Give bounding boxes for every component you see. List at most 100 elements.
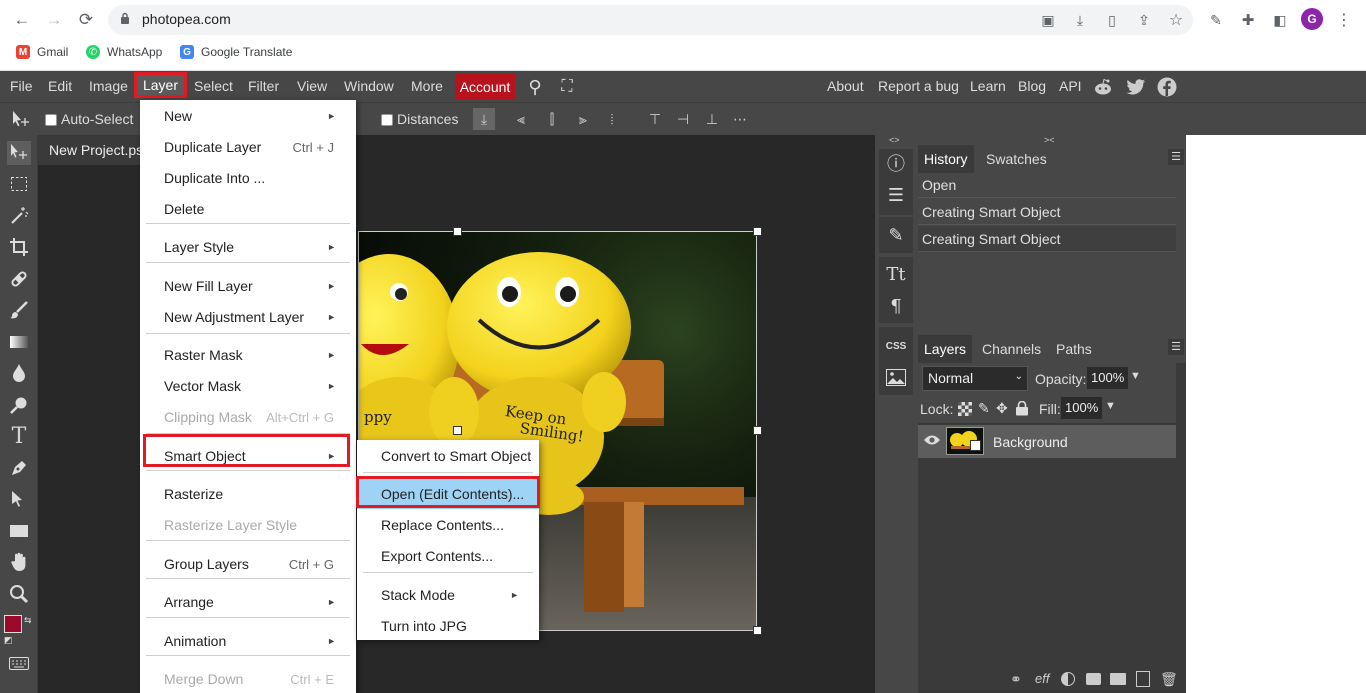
transform-handle[interactable] <box>453 426 462 435</box>
bookmark-google-translate[interactable]: G Google Translate <box>180 44 292 60</box>
path-select-icon[interactable] <box>7 487 31 511</box>
history-entry[interactable]: Creating Smart Object <box>918 226 1176 252</box>
css-icon[interactable]: CSS <box>884 334 908 358</box>
marquee-tool-icon[interactable] <box>7 172 31 196</box>
pen-tool-icon[interactable] <box>7 456 31 480</box>
move-tool-icon[interactable] <box>7 141 31 165</box>
layer-name[interactable]: Background <box>993 434 1068 450</box>
layer-menu-item-delete[interactable]: Delete <box>140 194 356 224</box>
brush-tool-icon[interactable] <box>7 298 31 322</box>
collapse-panel-icon[interactable]: >< <box>1044 135 1055 145</box>
transform-handle[interactable] <box>753 626 762 635</box>
magic-wand-icon[interactable] <box>7 204 31 228</box>
smart-object-item-open-edit-contents[interactable]: Open (Edit Contents)... <box>357 479 539 509</box>
layer-menu-item-vector-mask[interactable]: Vector Mask ► <box>140 371 356 401</box>
paragraph-icon[interactable]: ¶ <box>884 294 908 318</box>
trash-icon[interactable]: 🗑 <box>1160 671 1178 688</box>
lock-pixels-icon[interactable]: ✎ <box>978 400 990 417</box>
layer-menu-item-animation[interactable]: Animation ► <box>140 626 356 656</box>
layers-panel-menu-icon[interactable]: ☰ <box>1168 339 1184 355</box>
eyedropper-extension-icon[interactable]: ✎ <box>1204 8 1228 32</box>
share-icon[interactable]: ⇪ <box>1132 8 1156 32</box>
history-entry[interactable]: Open <box>918 172 1176 198</box>
facebook-icon[interactable] <box>1155 75 1179 99</box>
transform-handle[interactable] <box>753 426 762 435</box>
bookmark-whatsapp[interactable]: ✆ WhatsApp <box>86 44 162 60</box>
link-icon[interactable]: ⚭ <box>1010 671 1022 688</box>
layer-menu-item-layer-style[interactable]: Layer Style ► <box>140 232 356 262</box>
swap-colors-icon[interactable]: ⇆ <box>24 615 34 625</box>
align-bottom-icon[interactable]: ⊥ <box>701 108 723 130</box>
opacity-input[interactable]: 100% <box>1087 367 1129 389</box>
link-blog[interactable]: Blog <box>1018 78 1046 94</box>
info-icon[interactable]: ⓘ <box>884 151 908 175</box>
layer-menu-item-group-layers[interactable]: Group Layers Ctrl + G <box>140 549 356 579</box>
lock-position-icon[interactable]: ✥ <box>996 400 1008 417</box>
reddit-icon[interactable] <box>1091 75 1115 99</box>
blur-tool-icon[interactable] <box>7 361 31 385</box>
layer-menu-item-new[interactable]: New ► <box>140 101 356 131</box>
character-icon[interactable]: Tt <box>884 262 908 286</box>
align-center-h-icon[interactable]: ⫿ <box>541 108 563 130</box>
profile-avatar[interactable]: G <box>1301 8 1323 30</box>
address-bar[interactable] <box>108 5 1193 35</box>
brush-settings-icon[interactable]: ✎ <box>884 223 908 247</box>
layer-menu-item-arrange[interactable]: Arrange ► <box>140 587 356 617</box>
tab-paths[interactable]: Paths <box>1050 335 1098 363</box>
mask-icon[interactable] <box>1086 673 1101 685</box>
link-about[interactable]: About <box>827 78 864 94</box>
blend-mode-select[interactable]: Normal ⌄ <box>922 366 1028 391</box>
layer-menu-item-new-fill-layer[interactable]: New Fill Layer ► <box>140 271 356 301</box>
layer-menu-item-rasterize[interactable]: Rasterize <box>140 479 356 509</box>
image-icon[interactable] <box>884 365 908 389</box>
bookmark-star-icon[interactable]: ☆ <box>1164 8 1188 32</box>
link-report-bug[interactable]: Report a bug <box>878 78 959 94</box>
properties-icon[interactable]: ☰ <box>884 183 908 207</box>
lock-all-icon[interactable] <box>1015 401 1029 416</box>
side-panel-icon[interactable]: ◧ <box>1268 8 1292 32</box>
foreground-color-swatch[interactable] <box>4 615 22 633</box>
install-icon[interactable]: ⤓ <box>1068 8 1092 32</box>
distribute-v-icon[interactable]: ⋯ <box>729 108 751 130</box>
align-top-icon[interactable]: ⊤ <box>644 108 666 130</box>
menu-filter[interactable]: Filter <box>248 78 279 94</box>
document-tab[interactable]: New Project.psd <box>38 135 150 165</box>
menu-file[interactable]: File <box>10 78 33 94</box>
fullscreen-icon[interactable]: ⛶ <box>555 75 579 99</box>
healing-brush-icon[interactable] <box>7 267 31 291</box>
layer-menu-item-duplicate-into[interactable]: Duplicate Into ... <box>140 163 356 193</box>
menu-select[interactable]: Select <box>194 78 233 94</box>
align-middle-v-icon[interactable]: ⊣ <box>672 108 694 130</box>
smart-object-item-replace-contents[interactable]: Replace Contents... <box>357 510 539 540</box>
twitter-icon[interactable] <box>1124 75 1148 99</box>
shape-tool-icon[interactable] <box>7 519 31 543</box>
transform-controls-icon[interactable]: ⤓ <box>473 108 495 130</box>
adjustment-icon[interactable] <box>1061 672 1075 686</box>
layer-menu-item-raster-mask[interactable]: Raster Mask ► <box>140 340 356 370</box>
bookmark-gmail[interactable]: M Gmail <box>16 44 68 60</box>
link-learn[interactable]: Learn <box>970 78 1006 94</box>
auto-select-checkbox[interactable] <box>45 114 57 126</box>
tab-channels[interactable]: Channels <box>976 335 1047 363</box>
folder-icon[interactable] <box>1110 673 1126 685</box>
tab-swatches[interactable]: Swatches <box>980 145 1053 173</box>
smart-object-item-export-contents[interactable]: Export Contents... <box>357 541 539 571</box>
link-api[interactable]: API <box>1059 78 1082 94</box>
hand-tool-icon[interactable] <box>7 550 31 574</box>
menu-more[interactable]: More <box>411 78 443 94</box>
tab-history[interactable]: History <box>918 145 974 173</box>
menu-window[interactable]: Window <box>344 78 394 94</box>
eye-icon[interactable] <box>923 434 941 448</box>
history-panel-menu-icon[interactable]: ☰ <box>1168 149 1184 165</box>
browser-menu-icon[interactable]: ⋮ <box>1332 8 1356 32</box>
menu-edit[interactable]: Edit <box>48 78 72 94</box>
lock-transparency-icon[interactable] <box>958 402 972 416</box>
smart-object-item-stack-mode[interactable]: Stack Mode ► <box>357 580 539 610</box>
menu-image[interactable]: Image <box>89 78 128 94</box>
type-tool-icon[interactable]: T <box>7 424 31 449</box>
default-colors-icon[interactable]: ◩ <box>4 635 14 645</box>
history-entry[interactable]: Creating Smart Object <box>918 199 1176 225</box>
align-right-icon[interactable]: ⫸ <box>572 108 594 130</box>
collapse-strip-icon[interactable]: <> <box>889 135 900 145</box>
align-left-icon[interactable]: ⫷ <box>510 108 532 130</box>
